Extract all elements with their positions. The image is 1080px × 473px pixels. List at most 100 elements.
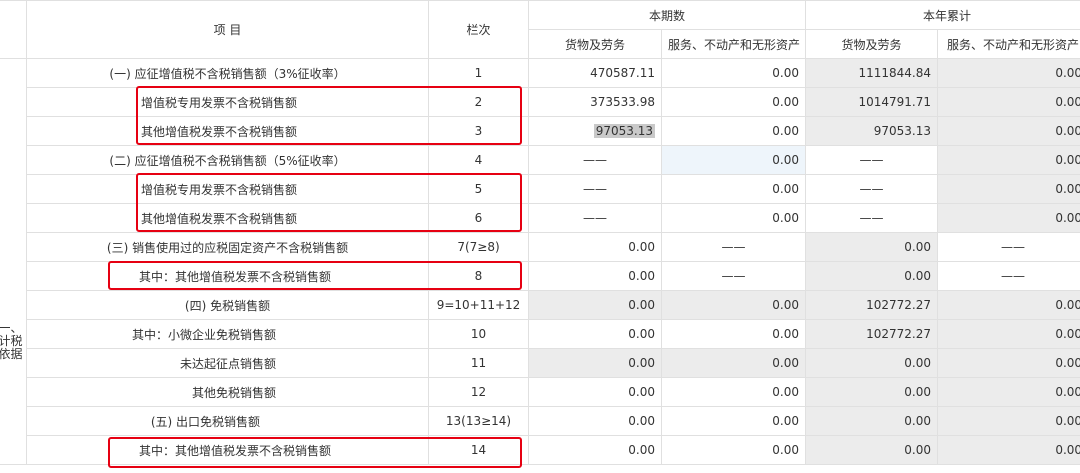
row-label: 其中：小微企业免税销售额	[26, 319, 429, 349]
cell-current-goods: 0.00	[528, 290, 662, 320]
table-row: 其他免税销售额 12 0.00 0.00 0.00 0.00	[0, 377, 1080, 407]
cell-ytd-goods: 0.00	[805, 261, 939, 291]
cell-ytd-services: 0.00	[937, 348, 1080, 378]
row-column-no: 1	[428, 58, 529, 88]
row-column-no: 10	[428, 319, 529, 349]
cell-current-goods[interactable]: 0.00	[528, 406, 662, 436]
row-column-no: 13(13≥14)	[428, 406, 529, 436]
side-header-blank	[0, 0, 27, 59]
cell-current-services-na: ——	[660, 232, 807, 262]
cell-ytd-goods: 1111844.84	[805, 58, 939, 88]
cell-current-services[interactable]: 0.00	[660, 87, 807, 117]
cell-current-goods[interactable]: 0.00	[528, 435, 662, 465]
header-goods-labor-ytd: 货物及劳务	[805, 29, 939, 59]
row-column-no: 12	[428, 377, 529, 407]
cell-ytd-goods: 0.00	[805, 232, 939, 262]
header-services-assets-ytd: 服务、不动产和无形资产	[937, 29, 1080, 59]
cell-ytd-services-na: ——	[937, 261, 1080, 291]
cell-current-services[interactable]: 0.00	[660, 174, 807, 204]
row-label: 增值税专用发票不含税销售额	[26, 87, 429, 117]
header-current-period: 本期数	[527, 0, 807, 30]
side-label-line-3: 依据	[0, 347, 23, 361]
cell-current-goods-na: ——	[528, 145, 662, 175]
cell-current-services[interactable]: 0.00	[660, 203, 807, 233]
row-column-no: 14	[428, 435, 529, 465]
row-label: (五) 出口免税销售额	[26, 406, 429, 436]
cell-ytd-goods-na: ——	[805, 203, 939, 233]
table-row: 其中：其他增值税发票不含税销售额 14 0.00 0.00 0.00 0.00	[0, 435, 1080, 465]
cell-ytd-services: 0.00	[937, 290, 1080, 320]
cell-current-services[interactable]: 0.00	[660, 319, 807, 349]
cell-current-services[interactable]: 0.00	[660, 58, 807, 88]
header-year-to-date: 本年累计	[805, 0, 1080, 30]
cell-current-goods: 0.00	[528, 348, 662, 378]
cell-current-services[interactable]: 0.00	[660, 435, 807, 465]
cell-current-goods[interactable]: 0.00	[528, 232, 662, 262]
row-label: 其他增值税发票不含税销售额	[26, 203, 429, 233]
table-row: (四) 免税销售额 9=10+11+12 0.00 0.00 102772.27…	[0, 290, 1080, 320]
table-row: 其中：其他增值税发票不含税销售额 8 0.00 —— 0.00 ——	[0, 261, 1080, 291]
table-row: (二) 应征增值税不含税销售额（5%征收率） 4 —— 0.00 —— 0.00	[0, 145, 1080, 175]
row-label: 其他增值税发票不含税销售额	[26, 116, 429, 146]
row-column-no: 4	[428, 145, 529, 175]
cell-current-services[interactable]: 0.00	[660, 406, 807, 436]
row-column-no: 5	[428, 174, 529, 204]
cell-ytd-goods: 1014791.71	[805, 87, 939, 117]
cell-ytd-goods: 102772.27	[805, 290, 939, 320]
cell-current-services: 0.00	[660, 348, 807, 378]
selected-value[interactable]: 97053.13	[593, 124, 655, 138]
cell-ytd-goods: 102772.27	[805, 319, 939, 349]
cell-ytd-services: 0.00	[937, 435, 1080, 465]
row-label: 增值税专用发票不含税销售额	[26, 174, 429, 204]
cell-ytd-services: 0.00	[937, 174, 1080, 204]
row-column-no: 9=10+11+12	[428, 290, 529, 320]
cell-ytd-services-na: ——	[937, 232, 1080, 262]
row-column-no: 11	[428, 348, 529, 378]
cell-ytd-services: 0.00	[937, 319, 1080, 349]
row-column-no: 2	[428, 87, 529, 117]
cell-ytd-goods: 0.00	[805, 377, 939, 407]
header-services-assets-current: 服务、不动产和无形资产	[660, 29, 807, 59]
cell-ytd-services: 0.00	[937, 406, 1080, 436]
cell-current-goods[interactable]: 0.00	[528, 319, 662, 349]
row-label: (一) 应征增值税不含税销售额（3%征收率）	[26, 58, 429, 88]
row-label: (三) 销售使用过的应税固定资产不含税销售额	[26, 232, 429, 262]
cell-ytd-services: 0.00	[937, 145, 1080, 175]
cell-ytd-goods: 0.00	[805, 348, 939, 378]
row-column-no: 7(7≥8)	[428, 232, 529, 262]
row-column-no: 8	[428, 261, 529, 291]
row-label: 其中：其他增值税发票不含税销售额	[26, 261, 429, 291]
table-row: 未达起征点销售额 11 0.00 0.00 0.00 0.00	[0, 348, 1080, 378]
row-label: (二) 应征增值税不含税销售额（5%征收率）	[26, 145, 429, 175]
cell-ytd-services: 0.00	[937, 87, 1080, 117]
cell-current-services[interactable]: 0.00	[660, 116, 807, 146]
cell-current-services[interactable]: 0.00	[660, 145, 807, 175]
table-row: (五) 出口免税销售额 13(13≥14) 0.00 0.00 0.00 0.0…	[0, 406, 1080, 436]
cell-current-goods[interactable]: 373533.98	[528, 87, 662, 117]
table-row: 其中：小微企业免税销售额 10 0.00 0.00 102772.27 0.00	[0, 319, 1080, 349]
cell-current-goods-na: ——	[528, 174, 662, 204]
table-row: 一、 计税 依据 (一) 应征增值税不含税销售额（3%征收率） 1 470587…	[0, 58, 1080, 465]
cell-ytd-goods: 0.00	[805, 406, 939, 436]
cell-current-goods[interactable]: 470587.11	[528, 58, 662, 88]
cell-ytd-services: 0.00	[937, 203, 1080, 233]
row-label: 其他免税销售额	[26, 377, 429, 407]
table-row: 增值税专用发票不含税销售额 5 —— 0.00 —— 0.00	[0, 174, 1080, 204]
table-row: (三) 销售使用过的应税固定资产不含税销售额 7(7≥8) 0.00 —— 0.…	[0, 232, 1080, 262]
cell-ytd-goods-na: ——	[805, 145, 939, 175]
cell-current-services-na: ——	[660, 261, 807, 291]
cell-current-goods[interactable]: 97053.13	[528, 116, 662, 146]
cell-current-goods[interactable]: 0.00	[528, 261, 662, 291]
tax-return-table: 项 目 栏次 本期数 本年累计 货物及劳务 服务、不动产和无形资产 货物及劳务 …	[0, 0, 1080, 465]
cell-current-services: 0.00	[660, 290, 807, 320]
cell-current-services[interactable]: 0.00	[660, 377, 807, 407]
row-column-no: 3	[428, 116, 529, 146]
header-item: 项 目	[26, 0, 429, 59]
row-label: 其中：其他增值税发票不含税销售额	[26, 435, 429, 465]
cell-ytd-services: 0.00	[937, 58, 1080, 88]
row-label: (四) 免税销售额	[26, 290, 429, 320]
cell-current-goods-na: ——	[528, 203, 662, 233]
cell-current-goods[interactable]: 0.00	[528, 377, 662, 407]
table-row: 增值税专用发票不含税销售额 2 373533.98 0.00 1014791.7…	[0, 87, 1080, 117]
header-column-no: 栏次	[428, 0, 529, 59]
